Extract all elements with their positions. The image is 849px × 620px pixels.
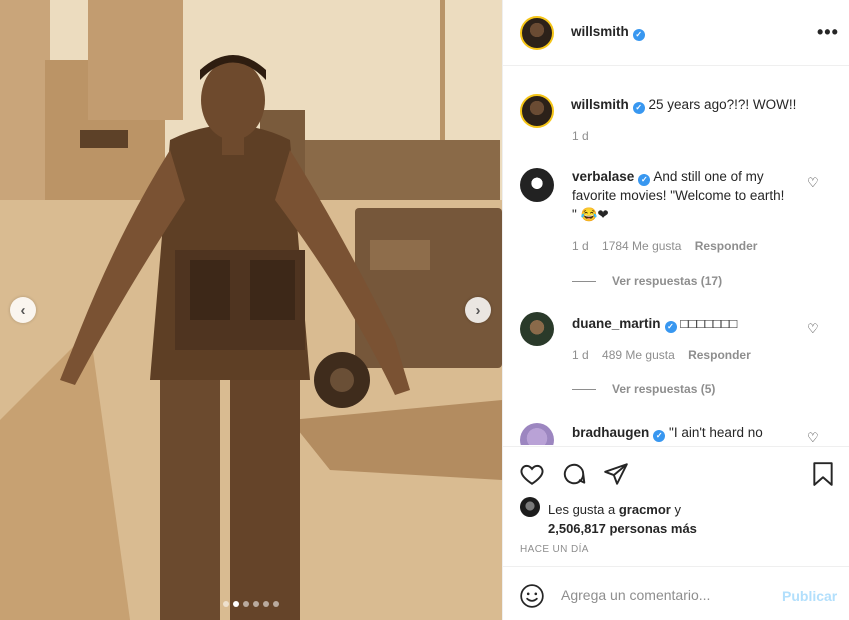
likes-count[interactable]: 2,506,817: [548, 521, 606, 536]
carousel-next-button[interactable]: ›: [465, 297, 491, 323]
comment-avatar[interactable]: [520, 312, 554, 346]
post-photo[interactable]: ‹ ›: [0, 0, 502, 620]
carousel-dot: [223, 601, 229, 607]
comment-like-heart-icon[interactable]: ♡: [807, 321, 819, 337]
comment-text: "I ain't heard no: [669, 425, 763, 440]
author-username[interactable]: willsmith: [571, 24, 629, 39]
comment-body: duane_martin ✓ □□□□□□□: [572, 314, 787, 333]
comment-username[interactable]: duane_martin: [572, 316, 661, 331]
comment-username[interactable]: bradhaugen: [572, 425, 649, 440]
author-avatar[interactable]: [520, 16, 554, 50]
comment-avatar[interactable]: [520, 168, 554, 202]
verified-badge-icon: ✓: [638, 173, 651, 186]
caption-row: willsmith ✓ 25 years ago?!?! WOW!!: [571, 97, 796, 114]
comment-like-heart-icon[interactable]: ♡: [807, 430, 819, 445]
likes-summary[interactable]: Les gusta a gracmor y 2,506,817 personas…: [548, 500, 697, 538]
publish-button[interactable]: Publicar: [782, 588, 837, 604]
caption-author-avatar[interactable]: [520, 94, 554, 128]
comment-likes[interactable]: 1784 Me gusta: [602, 239, 681, 253]
post-actions: Les gusta a gracmor y 2,506,817 personas…: [503, 446, 849, 564]
add-comment-bar: Publicar: [503, 566, 849, 620]
author-username-row[interactable]: willsmith ✓: [571, 24, 645, 41]
comment-text: □□□□□□□: [680, 316, 738, 331]
post-header: willsmith ✓ •••: [503, 0, 849, 66]
chevron-left-icon: ‹: [20, 301, 26, 319]
comment-likes[interactable]: 489 Me gusta: [602, 348, 675, 362]
reply-button[interactable]: Responder: [695, 239, 758, 253]
comment-input[interactable]: [561, 584, 776, 606]
carousel-prev-button[interactable]: ‹: [10, 297, 36, 323]
carousel-dot: [233, 601, 239, 607]
photo-scene: [0, 0, 502, 620]
carousel-dot: [263, 601, 269, 607]
carousel-dot: [243, 601, 249, 607]
caption-author-username[interactable]: willsmith: [571, 97, 629, 112]
comment-like-heart-icon[interactable]: ♡: [807, 175, 819, 191]
view-replies-button[interactable]: Ver respuestas (5): [572, 382, 715, 396]
divider-line: [572, 388, 596, 390]
verified-badge-icon: ✓: [632, 101, 645, 114]
comment-meta: 1 d 489 Me gusta Responder: [572, 348, 761, 362]
comment-username[interactable]: verbalase: [572, 169, 634, 184]
reply-button[interactable]: Responder: [688, 348, 751, 362]
comment-body: verbalase ✓ And still one of my favorite …: [572, 167, 787, 224]
more-options-icon[interactable]: •••: [817, 22, 839, 43]
comment-time: 1 d: [572, 348, 589, 362]
emoji-icon[interactable]: [519, 583, 545, 612]
comment-meta: 1 d 1784 Me gusta Responder: [572, 239, 767, 253]
view-replies-label: Ver respuestas (17): [612, 274, 723, 288]
divider-line: [572, 280, 596, 282]
verified-badge-icon: ✓: [632, 28, 645, 41]
view-replies-label: Ver respuestas (5): [612, 382, 716, 396]
post-side-panel: willsmith ✓ ••• willsmith ✓ 25 years ago?!…: [502, 0, 849, 620]
heart-icon[interactable]: [519, 461, 545, 490]
share-icon[interactable]: [603, 461, 629, 490]
liker-username[interactable]: gracmor: [619, 502, 671, 517]
caption-meta: 1 d: [572, 129, 599, 143]
comment-body: bradhaugen ✓ "I ain't heard no: [572, 423, 787, 442]
comments-list[interactable]: willsmith ✓ 25 years ago?!?! WOW!! 1 d ve…: [503, 67, 849, 445]
carousel-dot: [253, 601, 259, 607]
caption-text: 25 years ago?!?! WOW!!: [648, 97, 797, 112]
comment-time: 1 d: [572, 239, 589, 253]
verified-badge-icon: ✓: [653, 429, 666, 442]
comment-avatar[interactable]: [520, 423, 554, 445]
carousel-dot: [273, 601, 279, 607]
comment-icon[interactable]: [561, 461, 587, 490]
caption-time: 1 d: [572, 129, 589, 143]
likes-connector: y: [674, 502, 682, 517]
likes-prefix: Les gusta a: [548, 502, 616, 517]
liker-avatar[interactable]: [520, 497, 540, 517]
verified-badge-icon: ✓: [664, 320, 677, 333]
carousel-indicator: [0, 601, 502, 607]
chevron-right-icon: ›: [475, 301, 481, 319]
view-replies-button[interactable]: Ver respuestas (17): [572, 274, 722, 288]
bookmark-icon[interactable]: [811, 461, 835, 490]
likes-suffix[interactable]: personas más: [609, 521, 696, 536]
post-timestamp[interactable]: HACE UN DÍA: [520, 544, 589, 555]
